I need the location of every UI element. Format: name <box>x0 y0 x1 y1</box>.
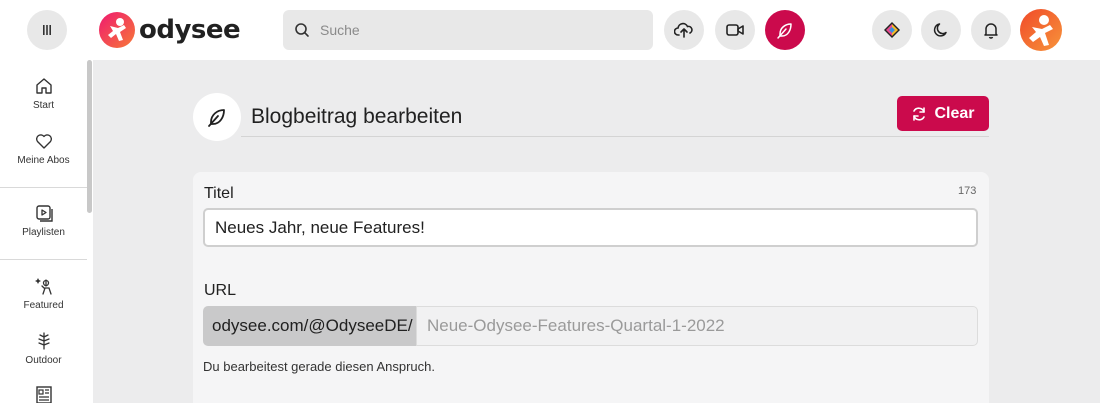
avatar-icon <box>1020 9 1062 51</box>
sidebar-scrollbar[interactable] <box>87 60 92 213</box>
sidebar-item-outdoor[interactable]: Outdoor <box>0 331 87 366</box>
feather-icon <box>777 23 792 39</box>
sidebar-item-meine-abos[interactable]: Meine Abos <box>0 131 87 166</box>
odysee-logo[interactable]: odysee <box>98 11 241 49</box>
sidebar-item-featured[interactable]: Featured <box>0 276 87 311</box>
title-underline <box>241 136 989 137</box>
sidebar-item-label: Start <box>32 100 55 111</box>
sidebar-item-start[interactable]: Start <box>0 76 87 111</box>
title-field-label: Titel <box>204 185 234 202</box>
playlist-icon <box>35 205 53 222</box>
sidebar-item-label: Featured <box>23 300 64 311</box>
sidebar-divider <box>0 259 87 260</box>
notifications-button[interactable] <box>971 10 1011 50</box>
upload-button[interactable] <box>664 10 704 50</box>
sidebar-item-label: Meine Abos <box>17 155 70 166</box>
top-header: odysee <box>0 0 1100 60</box>
search-icon <box>295 23 309 37</box>
sidebar-divider <box>0 187 87 188</box>
logo-text: odysee <box>139 15 241 45</box>
url-input[interactable] <box>416 306 978 346</box>
sidebar-item-news[interactable] <box>0 385 87 403</box>
upload-icon <box>674 22 693 38</box>
menu-icon <box>43 25 51 35</box>
title-input[interactable] <box>203 208 978 247</box>
clear-button-label: Clear <box>934 104 975 122</box>
tree-icon <box>37 332 50 350</box>
moon-icon <box>933 23 947 37</box>
clear-button[interactable]: Clear <box>897 96 989 131</box>
search-bar[interactable] <box>283 10 653 50</box>
sidebar-item-label: Playlisten <box>22 227 65 238</box>
sidebar: Start Meine Abos Playlisten Featured Out… <box>0 60 93 403</box>
wallet-icon <box>884 22 900 38</box>
bell-icon <box>984 23 998 39</box>
heart-icon <box>35 134 52 149</box>
editing-hint: Du bearbeitest gerade diesen Anspruch. <box>203 359 435 374</box>
url-prefix: odysee.com/@OdyseeDE/ <box>203 306 416 346</box>
sidebar-item-label: Outdoor <box>25 355 62 366</box>
page-title: Blogbeitrag bearbeiten <box>251 105 463 128</box>
url-field-label: URL <box>204 282 237 299</box>
video-icon <box>726 24 744 36</box>
user-avatar[interactable] <box>1020 9 1062 51</box>
newspaper-icon <box>35 386 52 403</box>
go-live-button[interactable] <box>715 10 755 50</box>
title-char-counter: 173 <box>958 185 977 197</box>
feather-icon <box>208 109 225 127</box>
sidebar-item-playlisten[interactable]: Playlisten <box>0 203 87 238</box>
wallet-button[interactable] <box>872 10 912 50</box>
search-input[interactable] <box>320 22 640 38</box>
theme-toggle-button[interactable] <box>921 10 961 50</box>
refresh-icon <box>913 106 926 121</box>
write-post-button[interactable] <box>765 10 805 50</box>
page-header-icon <box>193 93 241 141</box>
home-icon <box>35 78 52 94</box>
menu-button[interactable] <box>27 10 67 50</box>
featured-icon <box>34 278 52 295</box>
odysee-logo-icon <box>99 12 135 48</box>
